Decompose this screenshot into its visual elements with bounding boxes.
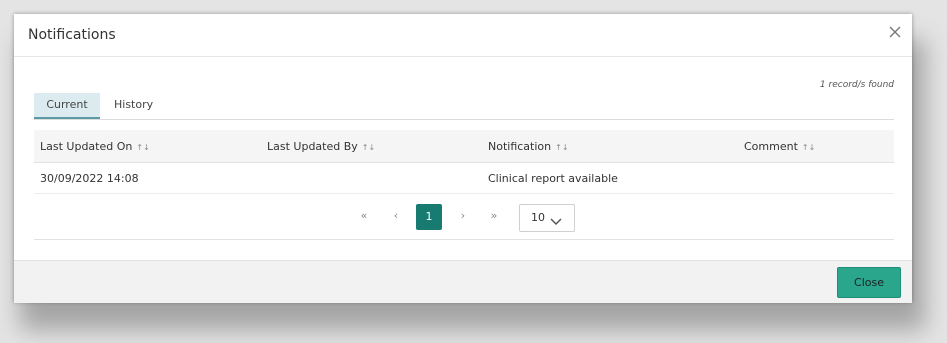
page-size-dropdown[interactable]: 10 <box>519 204 575 232</box>
paginator: « ‹ 1 › » 10 <box>34 194 894 240</box>
record-count: 1 record/s found <box>819 80 894 90</box>
cell-notification: Clinical report available <box>488 172 618 185</box>
cell-last-updated-on: 30/09/2022 14:08 <box>40 172 139 185</box>
column-label: Comment <box>744 140 798 153</box>
next-page-button[interactable]: › <box>454 207 472 225</box>
tab-current[interactable]: Current <box>34 93 100 119</box>
sort-icon: ↑↓ <box>361 143 376 152</box>
column-header-last-updated-by[interactable]: Last Updated By ↑↓ <box>267 140 375 153</box>
chevron-down-icon <box>550 212 562 231</box>
dialog-title: Notifications <box>28 27 116 43</box>
dialog-footer: Close <box>14 260 912 303</box>
tab-history[interactable]: History <box>114 93 153 117</box>
close-button[interactable]: Close <box>837 267 901 298</box>
column-label: Last Updated On <box>40 140 133 153</box>
dialog-header: Notifications <box>14 14 912 57</box>
column-header-comment[interactable]: Comment ↑↓ <box>744 140 815 153</box>
column-label: Last Updated By <box>267 140 358 153</box>
table-row[interactable]: 30/09/2022 14:08 Clinical report availab… <box>34 163 894 194</box>
page-1-button[interactable]: 1 <box>416 204 442 230</box>
close-icon[interactable] <box>886 23 904 41</box>
notifications-dialog: Notifications 1 record/s found Current H… <box>14 14 912 303</box>
first-page-button[interactable]: « <box>355 207 373 225</box>
column-header-notification[interactable]: Notification ↑↓ <box>488 140 569 153</box>
table-header: Last Updated On ↑↓ Last Updated By ↑↓ Noti… <box>34 130 894 163</box>
sort-icon: ↑↓ <box>801 143 816 152</box>
page-size-value: 10 <box>531 211 545 224</box>
sort-icon: ↑↓ <box>555 143 569 152</box>
last-page-button[interactable]: » <box>485 207 503 225</box>
column-header-last-updated-on[interactable]: Last Updated On ↑↓ <box>40 140 150 153</box>
prev-page-button[interactable]: ‹ <box>387 207 405 225</box>
sort-icon: ↑↓ <box>136 143 150 152</box>
tab-bar: Current History <box>34 93 894 120</box>
column-label: Notification <box>488 140 552 153</box>
